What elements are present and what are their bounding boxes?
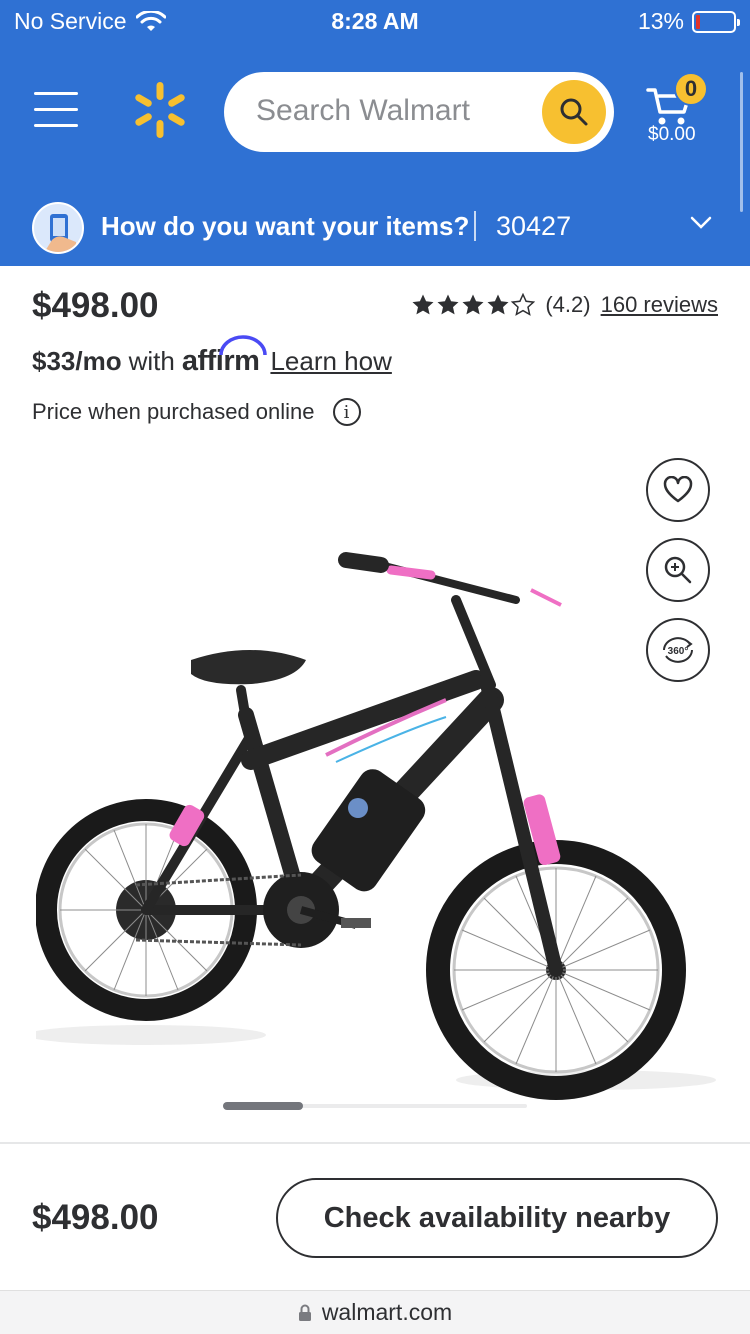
with-label: with (128, 346, 175, 376)
affirm-financing: $33/mo with affirm Learn how (32, 335, 392, 378)
star-rating-icon (411, 293, 535, 317)
learn-how-link[interactable]: Learn how (270, 346, 391, 377)
favorite-button[interactable] (646, 458, 710, 522)
zoom-button[interactable] (646, 538, 710, 602)
check-availability-button[interactable]: Check availability nearby (276, 1178, 718, 1258)
affirm-arc-icon (219, 335, 267, 356)
sticky-price: $498.00 (32, 1198, 159, 1237)
status-bar: No Service 8:28 AM 13% (0, 0, 750, 42)
url-domain: walmart.com (321, 1299, 453, 1325)
header: No Service 8:28 AM 13% Search Walmart 0 … (0, 0, 750, 266)
delivery-zip: 30427 (496, 211, 572, 241)
info-icon[interactable]: i (332, 398, 361, 426)
browser-url-bar[interactable]: walmart.com (0, 1290, 750, 1334)
price-note-text: Price when purchased online (32, 399, 315, 424)
divider (474, 211, 476, 241)
walmart-spark-icon[interactable] (130, 80, 190, 140)
product-image[interactable] (36, 540, 716, 1100)
rating-summary[interactable]: (4.2) 160 reviews (411, 292, 718, 318)
affirm-logo: affirm (182, 335, 267, 378)
heart-icon (663, 476, 693, 503)
chevron-down-icon (690, 216, 712, 229)
carousel-position (223, 1102, 303, 1110)
svg-text:360°: 360° (668, 646, 689, 657)
search-icon (560, 98, 588, 126)
image-carousel-indicator[interactable] (223, 1102, 527, 1110)
search-input[interactable]: Search Walmart (224, 72, 614, 152)
product-price: $498.00 (32, 286, 159, 325)
rating-value: (4.2) (545, 292, 591, 317)
battery-percent: 13% (637, 8, 684, 34)
delivery-question: How do you want your items? (101, 211, 470, 241)
menu-button[interactable] (34, 92, 78, 132)
reviews-link[interactable]: 160 reviews (601, 292, 718, 318)
search-button[interactable] (542, 80, 606, 144)
lock-icon (298, 1304, 311, 1321)
hamburger-icon (34, 92, 78, 95)
price-note: Price when purchased online i (32, 398, 361, 426)
delivery-selector[interactable]: How do you want your items? 30427 (0, 196, 750, 266)
rotate-360-icon: 360° (663, 637, 693, 663)
battery-icon (692, 10, 740, 33)
zoom-in-icon (664, 556, 692, 584)
scrollbar[interactable] (740, 72, 743, 212)
battery-indicator: 13% (637, 8, 740, 35)
divider (0, 1142, 750, 1144)
delivery-avatar-icon (32, 202, 84, 254)
cart-total: $0.00 (648, 124, 696, 145)
search-placeholder: Search Walmart (256, 94, 470, 127)
view-360-button[interactable]: 360° (646, 618, 710, 682)
cart-button[interactable]: 0 $0.00 (644, 72, 714, 154)
cart-count-badge: 0 (674, 72, 708, 106)
monthly-price: $33/mo (32, 346, 122, 376)
